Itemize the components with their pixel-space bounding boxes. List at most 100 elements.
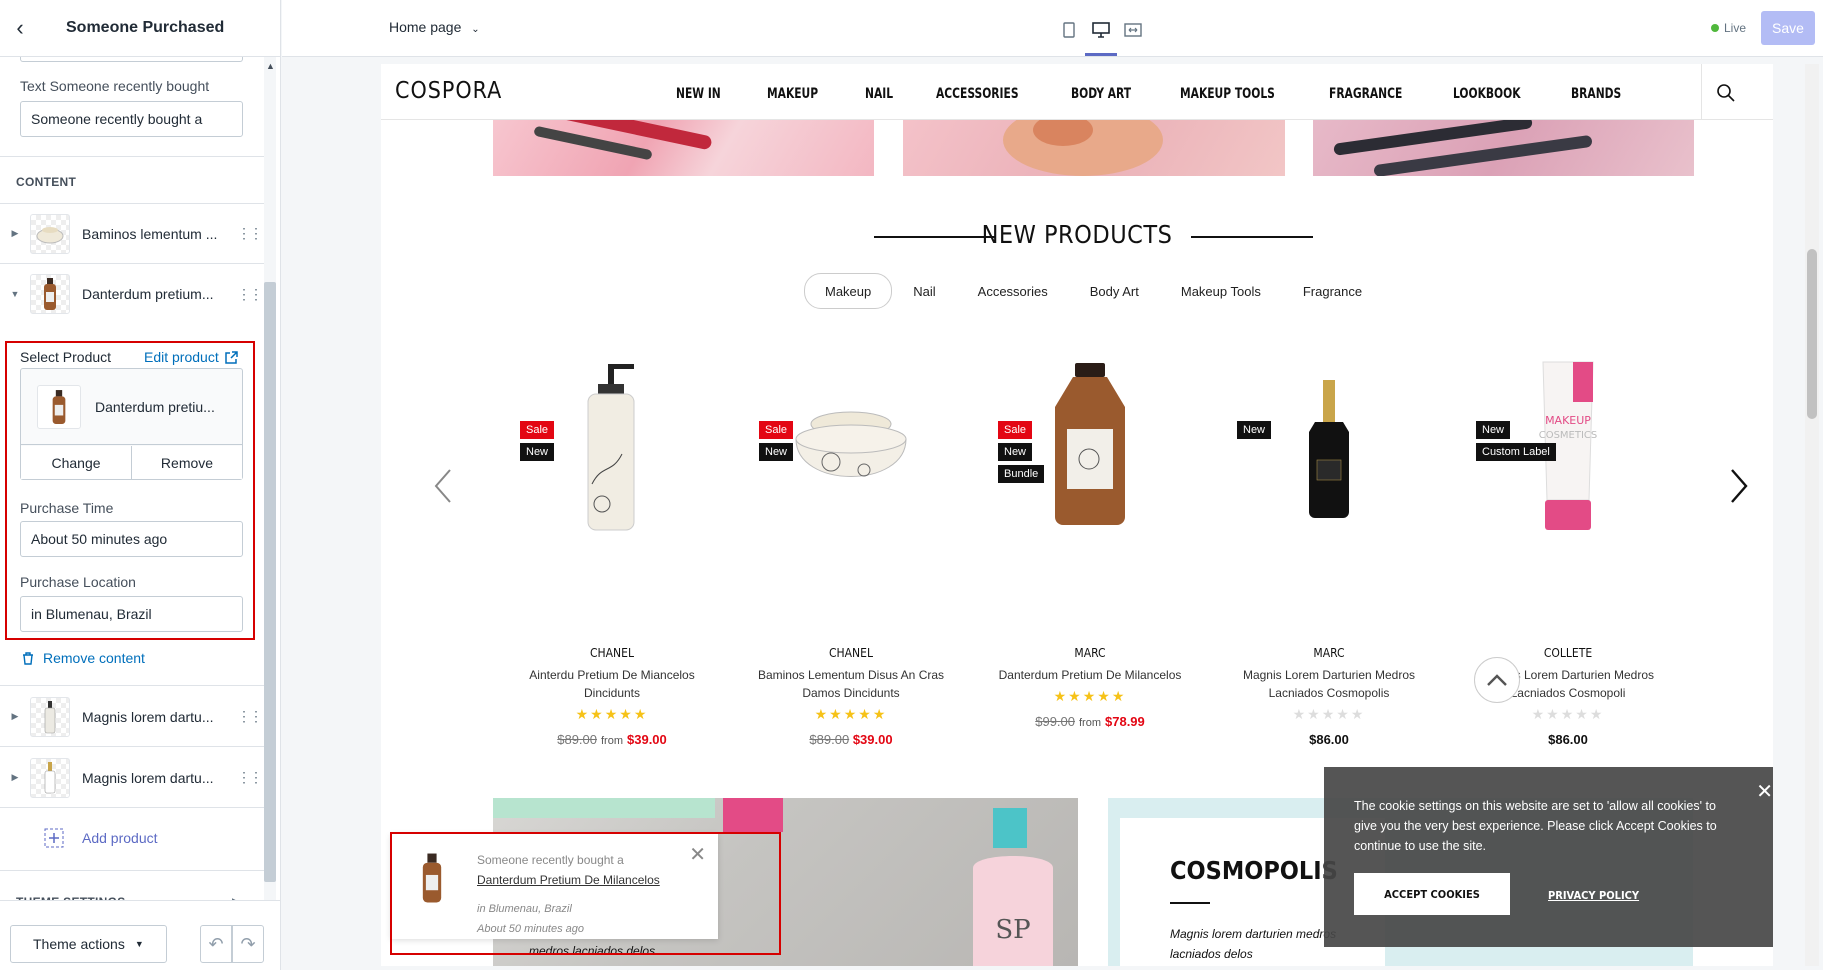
tab-fragrance[interactable]: Fragrance bbox=[1282, 274, 1383, 308]
remove-button[interactable]: Remove bbox=[132, 446, 242, 479]
change-button[interactable]: Change bbox=[21, 446, 132, 479]
nav-item[interactable]: BODY ART bbox=[1071, 86, 1131, 102]
sale-price: $78.99 bbox=[1105, 714, 1145, 729]
desktop-view-icon[interactable] bbox=[1088, 18, 1114, 42]
nav-item[interactable]: ACCESSORIES bbox=[936, 86, 1019, 102]
accept-cookies-button[interactable]: ACCEPT COOKIES bbox=[1354, 873, 1510, 915]
caret-right-icon[interactable]: ▶ bbox=[0, 228, 30, 239]
search-icon[interactable] bbox=[1716, 83, 1736, 103]
nav-item[interactable]: LOOKBOOK bbox=[1453, 86, 1521, 102]
header-icons bbox=[1701, 64, 1773, 120]
add-product-button[interactable]: Add product bbox=[44, 828, 158, 848]
store-nav: NEW IN MAKEUP NAIL ACCESSORIES BODY ART … bbox=[676, 86, 1668, 102]
nav-item[interactable]: NAIL bbox=[865, 86, 893, 102]
svg-text:SP: SP bbox=[995, 915, 1030, 945]
sidebar-scrollbar[interactable]: ▲ ▼ bbox=[264, 57, 276, 908]
product-thumbnail bbox=[30, 757, 70, 798]
product-card[interactable]: MAKEUP COSMETICS New Custom Label COLLETE… bbox=[1458, 354, 1678, 747]
product-name[interactable]: Baminos Lementum Disus An Cras Damos Din… bbox=[751, 666, 951, 702]
promo-rule bbox=[1170, 902, 1210, 904]
store-logo[interactable]: COSPORA bbox=[395, 78, 502, 104]
badge: Sale bbox=[520, 421, 555, 439]
select-product-label: Select Product bbox=[20, 349, 112, 365]
divider bbox=[0, 685, 264, 686]
nav-item[interactable]: BRANDS bbox=[1571, 86, 1621, 102]
badge: New bbox=[1237, 421, 1272, 439]
chevron-up-icon bbox=[1487, 674, 1507, 686]
carousel-prev-icon[interactable] bbox=[433, 466, 453, 514]
banner-image[interactable] bbox=[493, 104, 874, 176]
nav-item[interactable]: FRAGRANCE bbox=[1329, 86, 1402, 102]
editor-topbar: Home page ⌄ Live Save bbox=[282, 0, 1823, 57]
drag-handle-icon[interactable]: ⋮⋮ bbox=[234, 225, 264, 242]
mobile-view-icon[interactable] bbox=[1056, 18, 1082, 42]
undo-icon[interactable]: ↶ bbox=[200, 925, 232, 963]
product-name[interactable]: Magnis Lorem Darturien Medros Lacniados … bbox=[1229, 666, 1429, 702]
nav-item[interactable]: MAKEUP TOOLS bbox=[1180, 86, 1275, 102]
section-title: NEW PRODUCTS bbox=[981, 220, 1173, 249]
badge: New bbox=[998, 443, 1033, 461]
text-input[interactable]: Someone recently bought a bbox=[20, 101, 243, 137]
content-block-1[interactable]: ▶ Baminos lementum ... ⋮⋮ bbox=[0, 204, 264, 264]
product-name[interactable]: Danterdum Pretium De Milancelos bbox=[990, 666, 1190, 684]
tab-makeup[interactable]: Makeup bbox=[804, 273, 893, 309]
content-block-2[interactable]: ▼ Danterdum pretium... ⋮⋮ bbox=[0, 264, 264, 324]
tab-body-art[interactable]: Body Art bbox=[1069, 274, 1160, 308]
save-button[interactable]: Save bbox=[1761, 11, 1815, 45]
product-image[interactable] bbox=[1219, 354, 1439, 534]
drag-handle-icon[interactable]: ⋮⋮ bbox=[234, 286, 264, 303]
content-block-3[interactable]: ▶ Magnis lorem dartu... ⋮⋮ bbox=[0, 687, 264, 747]
product-card[interactable]: Sale New Bundle MARC Danterdum Pretium De… bbox=[980, 354, 1200, 729]
old-price: $99.00 bbox=[1035, 714, 1075, 729]
trash-icon bbox=[23, 651, 33, 665]
drag-handle-icon[interactable]: ⋮⋮ bbox=[234, 708, 264, 725]
caret-down-icon[interactable]: ▼ bbox=[0, 289, 30, 299]
tab-accessories[interactable]: Accessories bbox=[957, 274, 1069, 308]
preview-scrollbar[interactable] bbox=[1805, 64, 1819, 966]
product-card[interactable]: Sale New CHANEL Baminos Lementum Disus An… bbox=[741, 354, 961, 747]
content-block-label: Baminos lementum ... bbox=[82, 225, 218, 242]
badge: Sale bbox=[998, 421, 1033, 439]
purchase-location-input[interactable]: in Blumenau, Brazil bbox=[20, 596, 243, 632]
badge: Custom Label bbox=[1476, 443, 1556, 461]
banner-image[interactable] bbox=[903, 104, 1285, 176]
close-icon[interactable]: ✕ bbox=[1756, 779, 1773, 804]
nav-item[interactable]: NEW IN bbox=[676, 86, 721, 102]
edit-product-link[interactable]: Edit product bbox=[144, 349, 238, 365]
carousel-next-icon[interactable] bbox=[1729, 466, 1749, 514]
back-to-top-button[interactable] bbox=[1474, 657, 1520, 703]
remove-content-link[interactable]: Remove content bbox=[22, 650, 145, 666]
product-price: $86.00 bbox=[1458, 732, 1678, 747]
caret-right-icon[interactable]: ▶ bbox=[0, 772, 30, 783]
content-block-label: Magnis lorem dartu... bbox=[82, 708, 214, 725]
selected-product: Danterdum pretiu... bbox=[21, 369, 242, 445]
privacy-policy-link[interactable]: PRIVACY POLICY bbox=[1548, 889, 1639, 902]
product-card[interactable]: Sale New CHANEL Ainterdu Pretium De Mianc… bbox=[502, 354, 722, 747]
caret-right-icon[interactable]: ▶ bbox=[0, 711, 30, 722]
drag-handle-icon[interactable]: ⋮⋮ bbox=[234, 769, 264, 786]
editor-sidebar: ‹ Someone Purchased Text Someone recentl… bbox=[0, 0, 281, 970]
svg-text:MAKEUP: MAKEUP bbox=[1545, 414, 1591, 427]
back-icon[interactable]: ‹ bbox=[0, 0, 40, 57]
product-card[interactable]: New MARC Magnis Lorem Darturien Medros La… bbox=[1219, 354, 1439, 747]
product-name[interactable]: Ainterdu Pretium De Miancelos Dincidunts bbox=[512, 666, 712, 702]
purchase-time-input[interactable]: About 50 minutes ago bbox=[20, 521, 243, 557]
banner-image[interactable] bbox=[1313, 116, 1694, 177]
scroll-up-icon[interactable]: ▲ bbox=[266, 61, 275, 71]
purchase-location-label: Purchase Location bbox=[20, 574, 136, 590]
theme-actions-label: Theme actions bbox=[33, 936, 125, 952]
page-selector[interactable]: Home page ⌄ bbox=[389, 19, 480, 35]
scrollbar-thumb[interactable] bbox=[1807, 249, 1817, 419]
highlight-box bbox=[390, 832, 781, 955]
content-block-4[interactable]: ▶ Magnis lorem dartu... ⋮⋮ bbox=[0, 748, 264, 808]
product-thumbnail bbox=[30, 696, 70, 737]
theme-actions-button[interactable]: Theme actions ▼ bbox=[10, 925, 167, 963]
sale-price: $39.00 bbox=[627, 732, 667, 747]
scrollbar-thumb[interactable] bbox=[264, 282, 276, 882]
old-price: $89.00 bbox=[557, 732, 597, 747]
tab-nail[interactable]: Nail bbox=[892, 274, 956, 308]
fullscreen-view-icon[interactable] bbox=[1120, 18, 1146, 42]
tab-makeup-tools[interactable]: Makeup Tools bbox=[1160, 274, 1282, 308]
redo-icon[interactable]: ↷ bbox=[232, 925, 264, 963]
nav-item[interactable]: MAKEUP bbox=[767, 86, 818, 102]
